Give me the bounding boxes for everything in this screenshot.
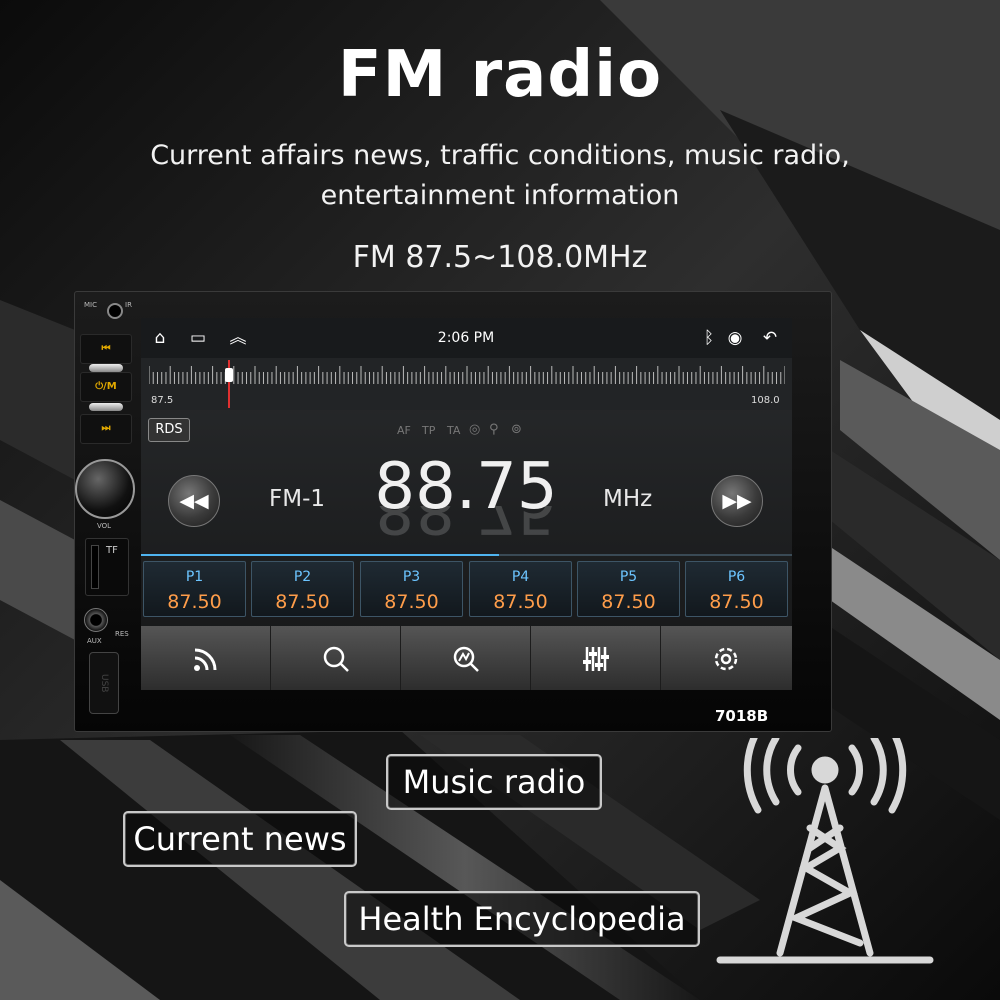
aux-jack: [84, 608, 108, 632]
clock: 2:06 PM: [437, 330, 495, 346]
tf-card-slot: TF: [85, 538, 129, 596]
band-name: FM-1: [269, 486, 326, 512]
preset-button[interactable]: P1 87.50: [143, 561, 246, 617]
expand-icon[interactable]: ︽: [227, 328, 249, 348]
aux-label: AUX: [87, 637, 102, 645]
preset-name: P4: [511, 569, 530, 585]
preset-button[interactable]: P5 87.50: [577, 561, 680, 617]
settings-icon[interactable]: [661, 626, 791, 690]
preset-name: P3: [402, 569, 421, 585]
bluetooth-icon: ᛒ: [703, 328, 715, 348]
preset-name: P6: [727, 569, 746, 585]
preset-name: P2: [293, 569, 312, 585]
seek-back-button[interactable]: ◀◀: [168, 475, 220, 527]
music-radio-tag: Music radio: [386, 754, 602, 810]
preset-name: P1: [185, 569, 204, 585]
back-icon[interactable]: ↶: [759, 328, 781, 348]
next-track-button[interactable]: ⏭: [80, 414, 132, 444]
preset-name: P5: [619, 569, 638, 585]
preset-frequency: 87.50: [709, 591, 764, 613]
frequency-reflection: 88.75: [374, 506, 558, 546]
scale-max-label: 108.0: [751, 395, 780, 406]
current-news-tag: Current news: [123, 811, 357, 867]
tuning-scale[interactable]: 87.5 108.0: [141, 358, 792, 410]
tf-label: TF: [106, 545, 118, 556]
status-bar: ⌂ ▭ ︽ 2:06 PM ᛒ ◉ ↶: [141, 318, 792, 358]
model-number: 7018B: [715, 707, 769, 725]
preset-frequency: 87.50: [601, 591, 656, 613]
scale-ticks: [149, 366, 785, 384]
scan-small-icon: ⊚: [511, 422, 522, 437]
radio-waves-icon[interactable]: [141, 626, 271, 690]
power-mode-button[interactable]: ⏻/M: [80, 372, 132, 402]
rds-button[interactable]: RDS: [148, 418, 190, 442]
preset-bar: P1 87.50 P2 87.50 P3 87.50 P4 87.50 P5 87.50 …: [141, 561, 792, 619]
preset-frequency: 87.50: [493, 591, 548, 613]
tuner-handle[interactable]: [224, 368, 233, 382]
preset-button[interactable]: P3 87.50: [360, 561, 463, 617]
radio-tower-icon: [716, 738, 934, 964]
volume-knob[interactable]: [75, 459, 135, 519]
recent-apps-icon[interactable]: ▭: [187, 328, 209, 348]
side-separator: [89, 403, 123, 411]
radio-signal-icon: ◉: [727, 328, 743, 348]
prev-track-button[interactable]: ⏮: [80, 334, 132, 364]
usb-port: USB: [89, 652, 119, 714]
preset-button[interactable]: P4 87.50: [469, 561, 572, 617]
ir-label: IR: [125, 301, 132, 309]
af-flag: AF: [397, 424, 411, 437]
radio-screen: ⌂ ▭ ︽ 2:06 PM ᛒ ◉ ↶ 87.5 108.0 RDS AF TP…: [141, 318, 792, 690]
seek-forward-button[interactable]: ▶▶: [711, 475, 763, 527]
subtitle-line-1: Current affairs news, traffic conditions…: [150, 140, 850, 171]
health-encyclopedia-tag: Health Encyclopedia: [344, 891, 700, 947]
scan-icon[interactable]: [401, 626, 531, 690]
search-small-icon: ⚲: [489, 422, 499, 437]
equalizer-icon[interactable]: [531, 626, 661, 690]
search-icon[interactable]: [271, 626, 401, 690]
preset-frequency: 87.50: [384, 591, 439, 613]
tp-flag: TP: [422, 424, 436, 437]
tuning-progress: [141, 554, 792, 556]
band-range: FM 87.5~108.0MHz: [352, 240, 648, 275]
subtitle-line-2: entertainment information: [320, 180, 680, 211]
vol-label: VOL: [97, 522, 112, 530]
mic-label: MIC: [84, 301, 97, 309]
tuning-progress-fill: [141, 554, 500, 556]
preset-frequency: 87.50: [167, 591, 222, 613]
side-separator: [89, 364, 123, 372]
radio-toolbar: [141, 626, 792, 690]
res-label: RES: [115, 630, 129, 638]
preset-button[interactable]: P6 87.50: [685, 561, 788, 617]
home-icon[interactable]: ⌂: [149, 328, 171, 348]
ta-flag: TA: [447, 424, 461, 437]
page-title: FM radio: [337, 38, 663, 112]
preset-frequency: 87.50: [275, 591, 330, 613]
preset-button[interactable]: P2 87.50: [251, 561, 354, 617]
tf-slot-opening: [91, 545, 99, 589]
scale-min-label: 87.5: [151, 395, 174, 406]
frequency-unit: MHz: [603, 486, 653, 512]
loc-icon: ◎: [469, 422, 481, 437]
mic-hole: [107, 303, 123, 319]
